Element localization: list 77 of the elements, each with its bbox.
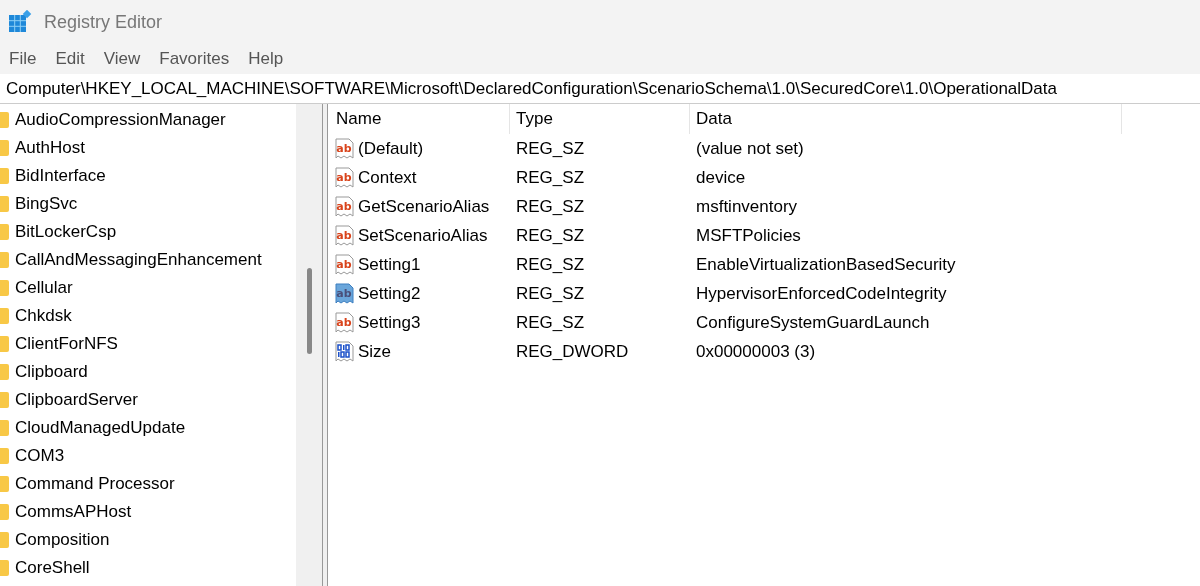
menu-item[interactable]: Help (243, 46, 289, 72)
folder-icon (0, 280, 9, 296)
column-header[interactable]: Name (330, 104, 510, 134)
tree-item[interactable]: Command Processor (0, 470, 296, 498)
tree-item[interactable]: BidInterface (0, 162, 296, 190)
value-name[interactable]: Context (358, 164, 417, 191)
value-data: device (696, 167, 746, 187)
value-data: MSFTPolicies (696, 225, 801, 245)
value-name[interactable]: Setting2 (358, 280, 421, 307)
folder-icon (0, 252, 9, 268)
value-type: REG_SZ (516, 196, 585, 216)
tree-item[interactable]: CloudManagedUpdate (0, 414, 296, 442)
menu-item[interactable]: Favorites (154, 46, 235, 72)
value-type: REG_SZ (516, 167, 585, 187)
column-header[interactable]: Data (690, 104, 1122, 134)
value-data: (value not set) (696, 138, 804, 158)
menu-item[interactable]: Edit (50, 46, 90, 72)
value-name[interactable]: (Default) (358, 135, 424, 162)
value-name[interactable]: Setting3 (358, 309, 421, 336)
folder-icon (0, 504, 9, 520)
tree-item[interactable]: COM3 (0, 442, 296, 470)
tree-item[interactable]: ClipboardServer (0, 386, 296, 414)
folder-icon (0, 560, 9, 576)
menu-item[interactable]: View (98, 46, 146, 72)
value-data: ConfigureSystemGuardLaunch (696, 312, 930, 332)
folder-icon (0, 420, 9, 436)
folder-icon (0, 392, 9, 408)
folder-icon (0, 448, 9, 464)
value-name[interactable]: Size (358, 338, 392, 365)
window-title: Registry Editor (44, 10, 163, 34)
folder-icon (0, 532, 9, 548)
tree-item[interactable]: ClientForNFS (0, 330, 296, 358)
column-header[interactable]: Type (510, 104, 690, 134)
value-type: REG_DWORD (516, 341, 629, 361)
tree-item[interactable]: Chkdsk (0, 302, 296, 330)
value-name[interactable]: Setting1 (358, 251, 421, 278)
string-value-icon: ab (334, 282, 356, 305)
string-value-icon: ab (334, 224, 356, 247)
folder-icon (0, 476, 9, 492)
string-value-icon: ab (334, 166, 356, 189)
folder-icon (0, 308, 9, 324)
menu-item[interactable]: File (4, 46, 42, 72)
tree-item[interactable]: CoreShell (0, 554, 296, 582)
value-data: HypervisorEnforcedCodeIntegrity (696, 283, 947, 303)
value-data: EnableVirtualizationBasedSecurity (696, 254, 956, 274)
folder-icon (0, 196, 9, 212)
value-type: REG_SZ (516, 312, 585, 332)
tree-item[interactable]: BingSvc (0, 190, 296, 218)
tree-item[interactable]: AudioCompressionManager (0, 106, 296, 134)
value-type: REG_SZ (516, 283, 585, 303)
scrollbar-thumb[interactable] (306, 268, 312, 354)
app-icon (8, 10, 32, 34)
tree-item[interactable]: CallAndMessagingEnhancement (0, 246, 296, 274)
string-value-icon: ab (334, 253, 356, 276)
folder-icon (0, 140, 9, 156)
value-data: msftinventory (696, 196, 798, 216)
value-type: REG_SZ (516, 138, 585, 158)
value-type: REG_SZ (516, 225, 585, 245)
value-name[interactable]: GetScenarioAlias (358, 193, 490, 220)
value-data: 0x00000003 (3) (696, 341, 816, 361)
string-value-icon: ab (334, 311, 356, 334)
tree-item[interactable]: Cellular (0, 274, 296, 302)
folder-icon (0, 224, 9, 240)
folder-icon (0, 112, 9, 128)
value-type: REG_SZ (516, 254, 585, 274)
address-bar[interactable]: Computer\HKEY_LOCAL_MACHINE\SOFTWARE\Microsoft\DeclaredConfiguration\ScenarioSchema\1.0\SecuredCore\1.0\OperationalData (0, 74, 1200, 104)
folder-icon (0, 364, 9, 380)
tree-item[interactable]: Clipboard (0, 358, 296, 386)
string-value-icon: ab (334, 137, 356, 160)
tree-item[interactable]: AuthHost (0, 134, 296, 162)
tree-item[interactable]: Composition (0, 526, 296, 554)
tree-item[interactable]: BitLockerCsp (0, 218, 296, 246)
tree-item[interactable]: CommsAPHost (0, 498, 296, 526)
folder-icon (0, 336, 9, 352)
folder-icon (0, 168, 9, 184)
value-name[interactable]: SetScenarioAlias (358, 222, 488, 249)
string-value-icon: ab (334, 195, 356, 218)
